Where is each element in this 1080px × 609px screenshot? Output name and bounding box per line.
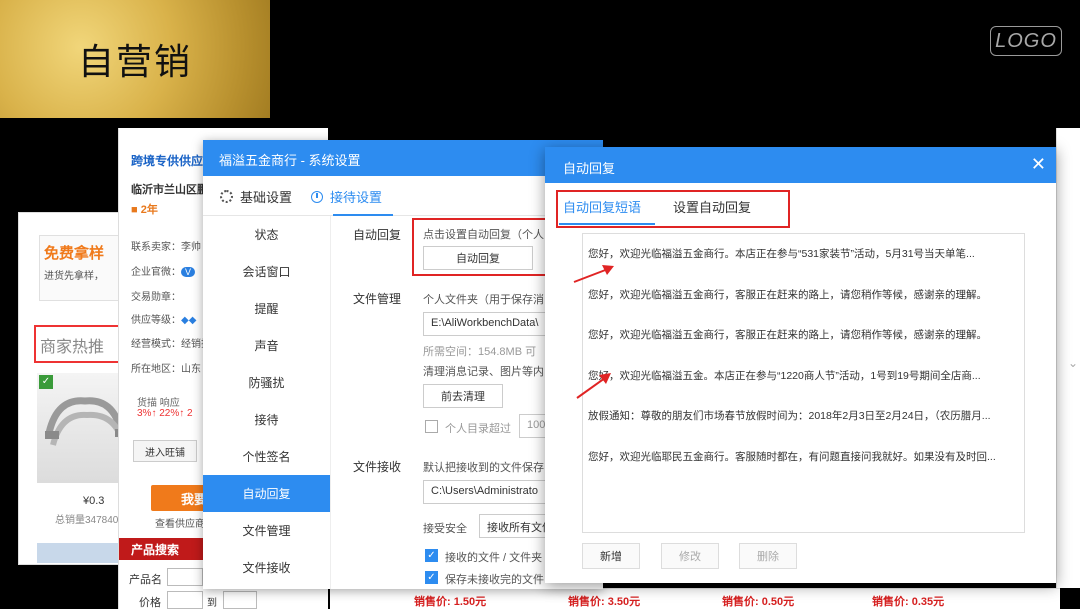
price-strip: 销售价: 1.50元 销售价: 3.50元 销售价: 0.50元 销售价: 0.…: [330, 588, 1060, 609]
hot-recommend-box: 商家热推: [34, 325, 130, 363]
supplier-contact: 联系卖家：李帅: [131, 242, 201, 253]
nav-item-auto-reply[interactable]: 自动回复: [203, 475, 330, 512]
free-sample-title: 免费拿样: [44, 245, 105, 262]
enter-shop-button[interactable]: 进入旺铺: [133, 440, 197, 462]
list-item[interactable]: 您好，欢迎光临福溢五金商行。本店正在参与“531家装节”活动，5月31号当天单笔…: [588, 246, 1020, 261]
supplier-weibo: 企业官微： V: [131, 263, 196, 278]
tab-reply-phrases[interactable]: 自动回复短语: [563, 197, 641, 216]
nav-item-chat-window[interactable]: 会话窗口: [203, 253, 330, 290]
verified-icon: V: [181, 267, 196, 277]
list-item[interactable]: 您好，欢迎光临福溢五金商行，客服正在赶来的路上，请您稍作等候，感谢亲的理解。: [588, 287, 1020, 302]
auto-reply-tabs: 自动回复短语 设置自动回复: [545, 183, 1056, 225]
product-name-label: 产品名: [129, 574, 162, 586]
security-label: 接受安全: [423, 523, 467, 535]
auto-reply-hint: 点击设置自动回复（个人: [423, 229, 544, 241]
list-item[interactable]: 您好，欢迎光临福溢五金。本店正在参与“1220商人节”活动，1号到19号期间全店…: [588, 368, 1020, 383]
auto-reply-button[interactable]: 自动回复: [423, 246, 533, 270]
supplier-level: 供应等级：◆◆: [131, 315, 197, 326]
free-sample-sub: 进货先拿样，: [44, 271, 104, 282]
view-supplier-link[interactable]: 查看供应商: [155, 515, 205, 530]
file-folder-hint: 个人文件夹（用于保存消: [423, 294, 544, 306]
check-received-checkbox[interactable]: ✓: [425, 549, 438, 562]
space-used-text: 所需空间：154.8MB 可: [423, 346, 537, 358]
file-mgmt-section-label: 文件管理: [353, 292, 402, 306]
auto-reply-section-label: 自动回复: [353, 228, 402, 242]
list-item[interactable]: 您好，欢迎光临福溢五金商行，客服正在赶来的路上，请您稍作等候，感谢亲的理解。: [588, 327, 1020, 342]
check-icon: ✓: [39, 375, 53, 389]
nav-item-file-receive[interactable]: 文件接收: [203, 549, 330, 586]
list-item[interactable]: 您好，欢迎光临耶民五金商行。客服随时都在，有问题直接问我就好。如果没有及时回..…: [588, 449, 1020, 464]
price-item: 销售价: 0.50元: [722, 596, 795, 608]
file-recv-section-label: 文件接收: [353, 460, 402, 474]
nav-item-signature[interactable]: 个性签名: [203, 438, 330, 475]
price-item: 销售价: 0.35元: [872, 596, 945, 608]
banner-title: 自营销: [77, 42, 192, 83]
logo-badge: LOGO: [990, 26, 1062, 56]
auto-reply-title: 自动回复: [563, 161, 616, 176]
check-received-label: 接收的文件 / 文件夹: [445, 552, 543, 564]
tab-reception-settings[interactable]: 接待设置: [311, 187, 382, 206]
close-icon[interactable]: ✕: [1031, 153, 1046, 175]
clock-icon: [311, 190, 323, 203]
reply-phrase-list: 您好，欢迎光临福溢五金商行。本店正在参与“531家装节”活动，5月31号当天单笔…: [582, 233, 1025, 533]
supplier-region: 所在地区：山东: [131, 364, 201, 375]
tab-basic-label: 基础设置: [240, 190, 293, 205]
system-settings-title: 福溢五金商行 - 系统设置: [203, 140, 603, 176]
hot-recommend-label: 商家热推: [40, 337, 105, 356]
product-price: ¥0.3: [83, 495, 105, 507]
dir-limit-checkbox[interactable]: [425, 420, 438, 433]
banner-title-box: 自营销: [0, 0, 270, 118]
gear-icon: [220, 190, 233, 203]
supplier-years: ■ 2年: [131, 201, 158, 217]
free-sample-banner[interactable]: 免费拿样 进货先拿样，: [39, 235, 129, 301]
supplier-stat-values: 3%↑ 22%↑ 2: [137, 408, 193, 419]
delete-phrase-button[interactable]: 删除: [739, 543, 797, 569]
supplier-company[interactable]: 临沂市兰山区鹏: [131, 181, 208, 197]
diamond-icon: ◆◆: [181, 315, 197, 326]
price-item: 销售价: 1.50元: [414, 596, 487, 608]
product-sold: 总销量347840: [55, 515, 119, 526]
chevron-down-icon[interactable]: ⌄: [1068, 356, 1078, 370]
dir-limit-label: 个人目录超过: [445, 423, 511, 435]
product-page-left: 免费拿样 进货先拿样， 商家热推 ✓ ¥0.3 总销量347840: [18, 212, 133, 565]
auto-reply-titlebar: 自动回复 ✕: [545, 147, 1056, 183]
nav-item-anti-harass[interactable]: 防骚扰: [203, 364, 330, 401]
nav-item-status[interactable]: 状态: [203, 216, 330, 253]
tab-basic-settings[interactable]: 基础设置: [220, 187, 292, 206]
system-settings-dialog: 福溢五金商行 - 系统设置 基础设置 接待设置 状态 会话窗口 提醒 声音 防骚…: [203, 140, 603, 589]
buy-button[interactable]: 我要: [151, 485, 211, 511]
clear-hint-text: 清理消息记录、图片等内: [423, 366, 544, 378]
auto-reply-dialog: 自动回复 ✕ 自动回复短语 设置自动回复 您好，欢迎光临福溢五金商行。本店正在参…: [545, 147, 1056, 583]
supplier-medal: 交易勋章：: [131, 292, 181, 303]
supplier-title[interactable]: 跨境专供供应: [131, 152, 203, 169]
list-item[interactable]: 放假通知：尊敬的朋友们市场春节放假时间为：2018年2月3日至2月24日，（农历…: [588, 408, 1020, 423]
nav-item-reception[interactable]: 接待: [203, 401, 330, 438]
system-settings-tabs: 基础设置 接待设置: [203, 176, 603, 216]
price-item: 销售价: 3.50元: [568, 596, 641, 608]
price-label: 价格: [139, 597, 161, 609]
clear-button[interactable]: 前去清理: [423, 384, 503, 408]
settings-nav: 状态 会话窗口 提醒 声音 防骚扰 接待 个性签名 自动回复 文件管理 文件接收: [203, 216, 331, 589]
supplier-stat-labels: 货描 响应: [137, 398, 180, 409]
nav-item-reminder[interactable]: 提醒: [203, 290, 330, 327]
tab-set-auto-reply[interactable]: 设置自动回复: [673, 197, 751, 216]
tab-reception-label: 接待设置: [330, 190, 383, 205]
product-search-title: 产品搜索: [119, 538, 203, 560]
supplier-years-value: 2年: [140, 204, 158, 216]
price-to-label: 到: [207, 598, 217, 609]
product-name-input[interactable]: [167, 568, 203, 586]
price-min-input[interactable]: [167, 591, 203, 609]
nav-item-sound[interactable]: 声音: [203, 327, 330, 364]
recv-hint-text: 默认把接收到的文件保存: [423, 462, 544, 474]
check-unfinished-checkbox[interactable]: ✓: [425, 571, 438, 584]
active-tab-indicator: [559, 223, 655, 225]
check-unfinished-label: 保存未接收完的文件: [445, 574, 544, 586]
nav-item-file-management[interactable]: 文件管理: [203, 512, 330, 549]
edit-phrase-button[interactable]: 修改: [661, 543, 719, 569]
supplier-mode: 经营模式：经销批: [131, 339, 211, 350]
add-phrase-button[interactable]: 新增: [582, 543, 640, 569]
medal-icon: ■: [131, 204, 138, 216]
price-max-input[interactable]: [223, 591, 257, 609]
